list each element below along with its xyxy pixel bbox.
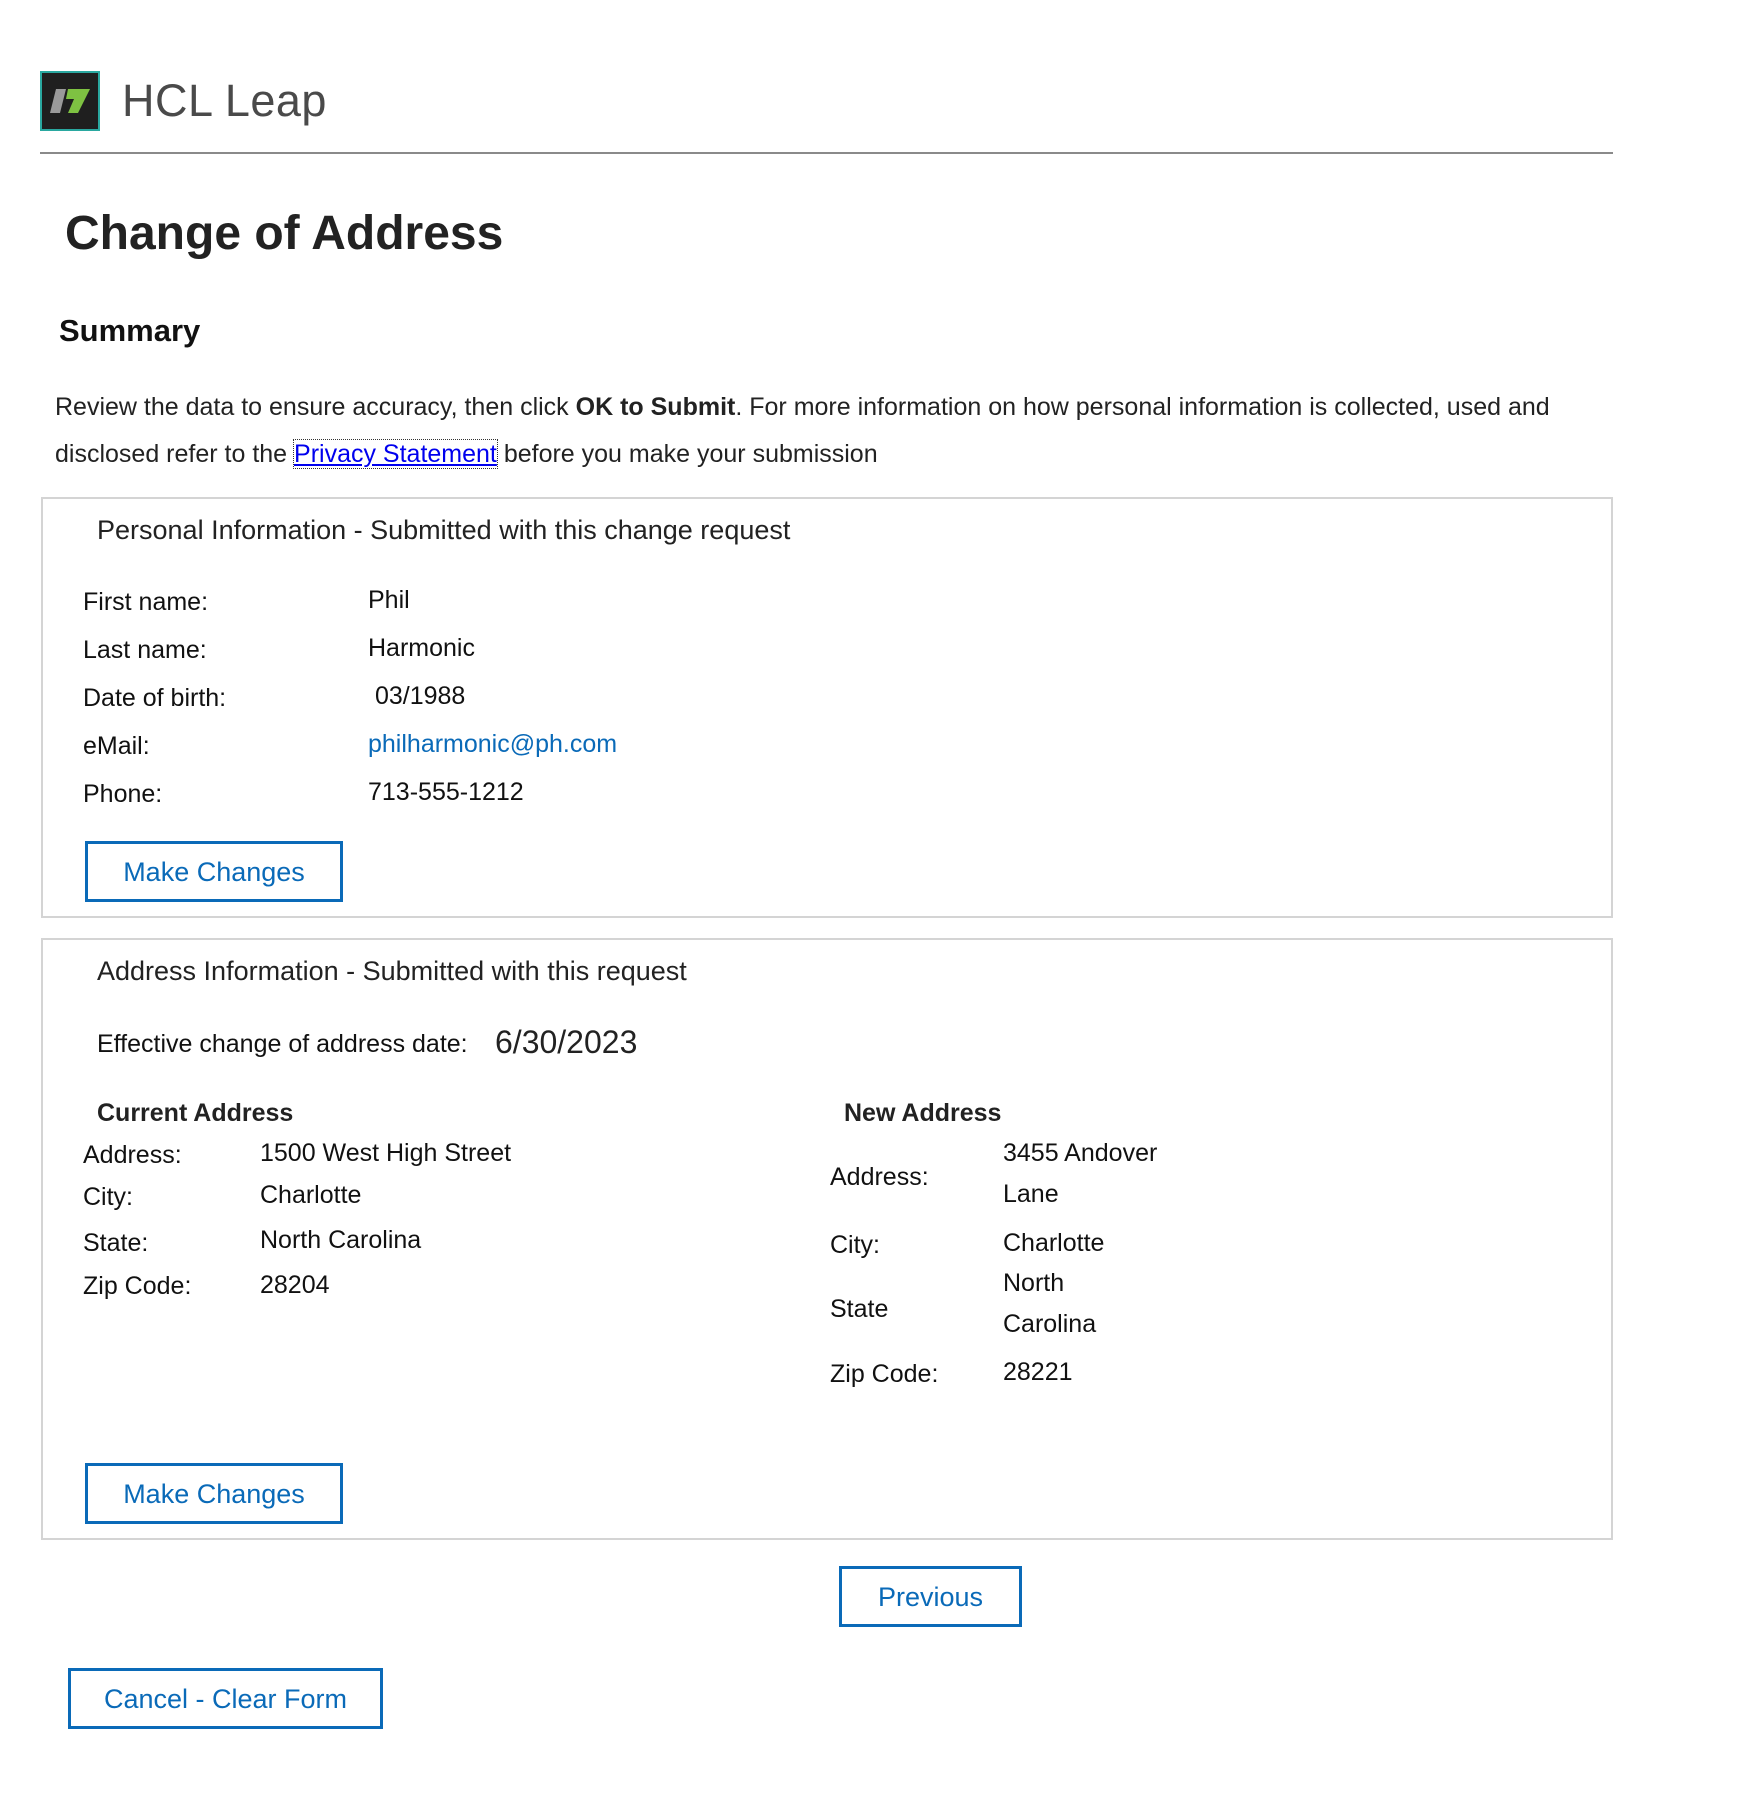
effective-date-label: Effective change of address date: [97, 1030, 468, 1058]
hcl-leap-logo-icon [40, 71, 100, 131]
new-address-label: Address: [830, 1163, 929, 1191]
phone-value: 713-555-1212 [368, 778, 524, 806]
phone-label: Phone: [83, 780, 163, 808]
new-state-label: State [830, 1295, 889, 1323]
new-city-value: Charlotte [1003, 1229, 1105, 1257]
personal-information-legend: Personal Information - Submitted with th… [97, 515, 791, 545]
address-information-legend: Address Information - Submitted with thi… [97, 956, 687, 986]
last-name-label: Last name: [83, 636, 207, 664]
section-title: Summary [59, 313, 201, 348]
date-of-birth-label: Date of birth: [83, 684, 227, 712]
current-zip-label: Zip Code: [83, 1272, 192, 1300]
brand: HCL Leap [40, 70, 327, 132]
intro-text-after: before you make your submission [496, 440, 878, 468]
first-name-value: Phil [368, 586, 410, 614]
new-address-value: 3455 Andover Lane [1003, 1139, 1158, 1208]
email-value: philharmonic@ph.com [368, 730, 618, 758]
current-city-label: City: [83, 1183, 133, 1211]
page-title: Change of Address [65, 207, 504, 260]
new-address-heading: New Address [844, 1099, 1002, 1127]
new-state-value: North Carolina [1003, 1269, 1097, 1338]
current-state-value: North Carolina [260, 1226, 422, 1254]
last-name-value: Harmonic [368, 634, 475, 662]
personal-information-panel: Personal Information - Submitted with th… [41, 497, 1613, 918]
new-zip-value: 28221 [1003, 1358, 1073, 1386]
current-address-label: Address: [83, 1141, 182, 1169]
header-divider [40, 152, 1613, 154]
date-of-birth-value: 03/1988 [368, 682, 466, 710]
new-city-label: City: [830, 1231, 880, 1259]
first-name-label: First name: [83, 588, 209, 616]
effective-date-value: 6/30/2023 [495, 1024, 638, 1060]
email-label: eMail: [83, 732, 150, 760]
intro-text: Review the data to ensure accuracy, then… [55, 384, 1615, 478]
cancel-clear-form-button[interactable]: Cancel - Clear Form [68, 1668, 383, 1729]
address-information-panel: Address Information - Submitted with thi… [41, 938, 1613, 1540]
current-address-heading: Current Address [97, 1099, 294, 1127]
current-zip-value: 28204 [260, 1271, 330, 1299]
current-city-value: Charlotte [260, 1181, 362, 1209]
address-make-changes-button[interactable]: Make Changes [85, 1463, 343, 1524]
privacy-statement-link[interactable]: Privacy Statement [293, 439, 498, 469]
current-address-value: 1500 West High Street [260, 1139, 512, 1167]
new-zip-label: Zip Code: [830, 1360, 939, 1388]
previous-button[interactable]: Previous [839, 1566, 1022, 1627]
current-state-label: State: [83, 1229, 149, 1257]
intro-text-before: Review the data to ensure accuracy, then… [55, 393, 576, 421]
personal-make-changes-button[interactable]: Make Changes [85, 841, 343, 902]
brand-name: HCL Leap [122, 75, 327, 126]
intro-ok-to-submit: OK to Submit [575, 393, 736, 421]
